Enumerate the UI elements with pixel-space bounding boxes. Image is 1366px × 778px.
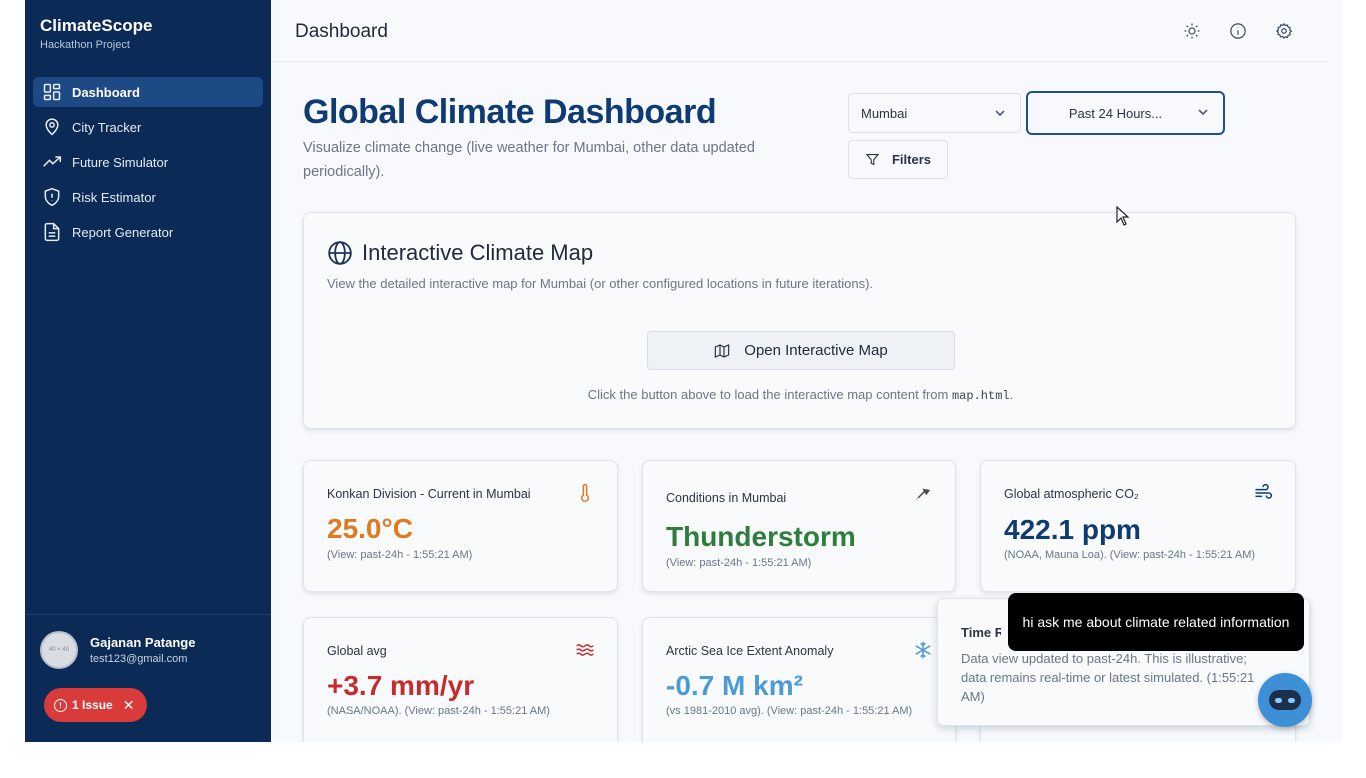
chevron-down-icon <box>994 107 1006 119</box>
sidebar-item-future-simulator[interactable]: Future Simulator <box>33 147 263 177</box>
thermometer-icon <box>575 483 595 503</box>
sidebar-item-label: Report Generator <box>72 224 174 240</box>
issue-label: 1 Issue <box>72 698 113 712</box>
stat-note: (View: past-24h - 1:55:21 AM) <box>327 549 473 561</box>
settings-icon[interactable] <box>1275 22 1293 40</box>
sidebar-item-label: Risk Estimator <box>72 189 156 205</box>
stat-note: (NOAA, Mauna Loa). (View: past-24h - 1:5… <box>1004 549 1256 561</box>
map-pin-icon <box>41 116 63 138</box>
sidebar-item-label: Future Simulator <box>72 154 169 170</box>
toast-title: Time Ra <box>961 625 1001 640</box>
app-window: ClimateScope Hackathon Project Dashboard… <box>25 0 1342 742</box>
shield-alert-icon <box>41 186 63 208</box>
alert-circle-icon: ! <box>54 698 67 712</box>
brand-subtitle: Hackathon Project <box>40 39 130 51</box>
stat-value: Thunderstorm <box>666 521 856 552</box>
page-subtitle: Visualize climate change (live weather f… <box>303 140 755 180</box>
open-interactive-map-button[interactable]: Open Interactive Map <box>647 331 955 370</box>
stat-card-co2: Global atmospheric CO₂ 422.1 ppm (NOAA, … <box>980 460 1296 592</box>
time-range-select[interactable]: Past 24 Hours... <box>1026 91 1225 135</box>
sidebar-item-risk-estimator[interactable]: Risk Estimator <box>33 182 263 212</box>
stat-card-temperature: Konkan Division - Current in Mumbai 25.0… <box>303 460 618 592</box>
sidebar-nav: Dashboard City Tracker Future Simulator … <box>33 77 263 252</box>
open-map-label: Open Interactive Map <box>744 342 888 359</box>
top-header: Dashboard <box>271 0 1328 62</box>
city-select-value: Mumbai <box>861 105 908 121</box>
chevron-down-icon <box>1197 106 1209 118</box>
user-email: test123@gmail.com <box>90 653 188 665</box>
stat-label: Conditions in Mumbai <box>666 491 787 505</box>
stat-value: +3.7 mm/yr <box>327 670 475 701</box>
issue-badge[interactable]: ! 1 Issue ✕ <box>44 688 148 722</box>
stat-label: Konkan Division - Current in Mumbai <box>327 487 531 501</box>
user-name: Gajanan Patange <box>90 635 196 650</box>
globe-icon <box>328 241 352 265</box>
stat-card-sea-level: Global avg +3.7 mm/yr (NASA/NOAA). (View… <box>303 617 618 742</box>
brand: ClimateScope Hackathon Project <box>40 16 152 51</box>
mouse-cursor-icon <box>1116 206 1130 226</box>
stat-label: Global atmospheric CO₂ <box>1004 487 1139 501</box>
close-icon[interactable]: ✕ <box>123 697 135 714</box>
dashboard-grid-icon <box>41 81 63 103</box>
stat-note: (NASA/NOAA). (View: past-24h - 1:55:21 A… <box>327 705 550 717</box>
wind-icon <box>1253 483 1273 503</box>
snowflake-icon <box>913 640 933 660</box>
brand-title: ClimateScope <box>40 16 153 35</box>
map-card-title: Interactive Climate Map <box>327 240 593 266</box>
stat-note: (vs 1981-2010 avg). (View: past-24h - 1:… <box>666 705 913 717</box>
info-icon[interactable] <box>1229 22 1247 40</box>
sidebar-item-label: City Tracker <box>72 119 142 135</box>
sidebar: ClimateScope Hackathon Project Dashboard… <box>25 0 271 742</box>
map-hint: Click the button above to load the inter… <box>304 387 1297 403</box>
interactive-map-card: Interactive Climate Map View the detaile… <box>303 212 1296 429</box>
stat-label: Arctic Sea Ice Extent Anomaly <box>666 644 834 658</box>
stat-value: 25.0°C <box>327 513 413 544</box>
chatbot-button[interactable] <box>1258 673 1312 727</box>
map-hint-code: map.html <box>951 389 1010 403</box>
user-info: Gajanan Patange test123@gmail.com <box>90 635 195 665</box>
filter-icon <box>865 153 880 166</box>
file-text-icon <box>41 221 63 243</box>
map-hint-end: . <box>1009 387 1014 402</box>
map-icon <box>715 343 730 358</box>
filters-label: Filters <box>891 152 931 167</box>
page-title: Global Climate Dashboard <box>303 93 717 131</box>
stat-card-conditions: Conditions in Mumbai Thunderstorm (View:… <box>642 460 956 592</box>
time-range-value: Past 24 Hours... <box>1068 105 1163 121</box>
map-hint-text: Click the button above to load the inter… <box>587 387 949 402</box>
map-card-title-text: Interactive Climate Map <box>362 240 594 265</box>
stat-note: (View: past-24h - 1:55:21 AM) <box>666 557 812 569</box>
chatbot-tooltip: hi ask me about climate related informat… <box>1008 593 1304 651</box>
weather-icon <box>913 483 933 503</box>
avatar: 40 × 40 <box>40 631 78 669</box>
toast-body: Data view updated to past-24h. This is i… <box>961 651 1255 704</box>
sidebar-item-report-generator[interactable]: Report Generator <box>33 217 263 247</box>
sidebar-item-city-tracker[interactable]: City Tracker <box>33 112 263 142</box>
stat-label: Global avg <box>327 644 387 658</box>
stat-card-sea-ice: Arctic Sea Ice Extent Anomaly -0.7 M km²… <box>642 617 956 742</box>
user-profile[interactable]: 40 × 40 Gajanan Patange test123@gmail.co… <box>25 614 271 669</box>
robot-icon <box>1269 690 1301 710</box>
stat-value: -0.7 M km² <box>666 670 803 701</box>
waves-icon <box>575 640 595 660</box>
header-title: Dashboard <box>295 21 388 42</box>
city-select[interactable]: Mumbai <box>848 93 1021 133</box>
sidebar-item-label: Dashboard <box>72 84 140 100</box>
sun-icon[interactable] <box>1183 22 1201 40</box>
filters-button[interactable]: Filters <box>848 140 948 179</box>
stat-value: 422.1 ppm <box>1004 514 1141 545</box>
map-card-description: View the detailed interactive map for Mu… <box>327 276 874 291</box>
trending-up-icon <box>41 151 63 173</box>
sidebar-item-dashboard[interactable]: Dashboard <box>33 77 263 107</box>
